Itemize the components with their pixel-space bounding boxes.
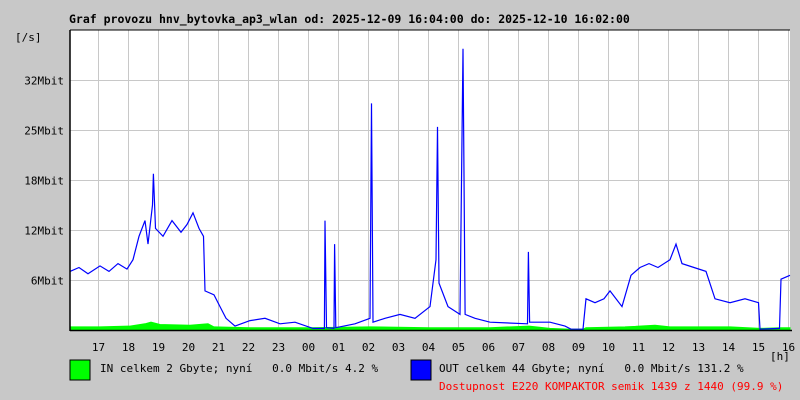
availability-text: Dostupnost E220 KOMPAKTOR semik 1439 z 1… xyxy=(439,380,783,393)
x-tick-label: 23 xyxy=(272,341,285,354)
x-tick-label: 00 xyxy=(302,341,315,354)
x-tick-label: 03 xyxy=(392,341,405,354)
legend-in-text: IN celkem 2 Gbyte; nyní 0.0 Mbit/s 4.2 % xyxy=(100,362,379,375)
x-tick-label: 10 xyxy=(602,341,615,354)
y-tick-label: 32Mbit xyxy=(24,75,64,88)
x-tick-label: 21 xyxy=(212,341,225,354)
x-tick-label: 12 xyxy=(662,341,675,354)
traffic-chart: Graf provozu hnv_bytovka_ap3_wlan od: 20… xyxy=(15,12,795,393)
legend-in-swatch xyxy=(69,359,91,381)
x-tick-label: 18 xyxy=(122,341,135,354)
x-tick-label: 02 xyxy=(362,341,375,354)
x-tick-label: 08 xyxy=(542,341,555,354)
x-tick-label: 04 xyxy=(422,341,436,354)
x-tick-label: 05 xyxy=(452,341,465,354)
x-tick-label: 09 xyxy=(572,341,585,354)
x-tick-label: 06 xyxy=(482,341,495,354)
y-tick-label: 18Mbit xyxy=(24,175,64,188)
y-axis-unit: [/s] xyxy=(15,31,42,44)
legend-out-swatch xyxy=(410,359,432,381)
chart-title: Graf provozu hnv_bytovka_ap3_wlan od: 20… xyxy=(69,12,630,27)
x-tick-label: 13 xyxy=(692,341,705,354)
y-tick-label: 6Mbit xyxy=(31,275,64,288)
x-tick-label: 22 xyxy=(242,341,255,354)
x-tick-label: 20 xyxy=(182,341,195,354)
y-tick-label: 12Mbit xyxy=(24,225,64,238)
x-tick-label: 14 xyxy=(722,341,736,354)
x-axis-unit: [h] xyxy=(770,350,790,363)
x-tick-label: 11 xyxy=(632,341,645,354)
x-tick-label: 19 xyxy=(152,341,165,354)
x-tick-label: 15 xyxy=(752,341,765,354)
y-tick-label: 25Mbit xyxy=(24,125,64,138)
x-tick-label: 07 xyxy=(512,341,525,354)
x-tick-label: 17 xyxy=(92,341,105,354)
x-tick-label: 01 xyxy=(332,341,345,354)
legend-out-text: OUT celkem 44 Gbyte; nyní 0.0 Mbit/s 131… xyxy=(439,362,744,375)
